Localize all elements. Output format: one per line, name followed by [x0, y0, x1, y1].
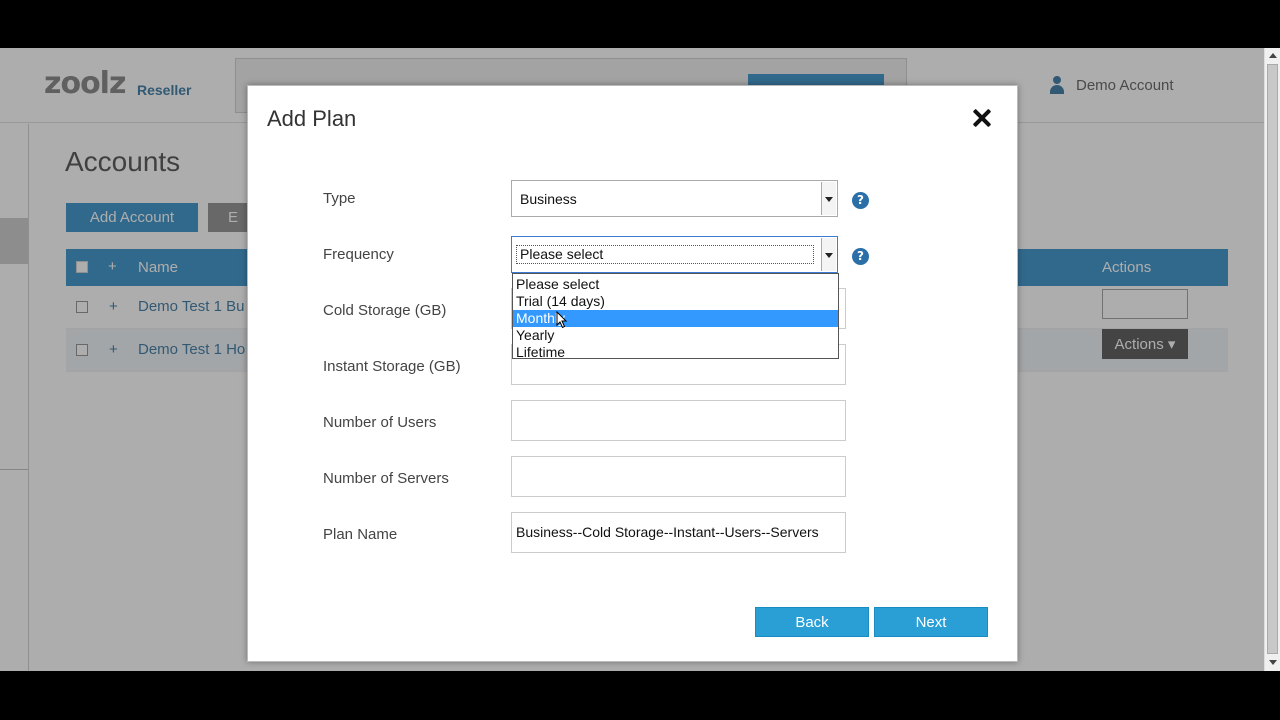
letterbox-top	[0, 0, 1280, 48]
frequency-select-value: Please select	[516, 245, 814, 264]
plan-name-label: Plan Name	[323, 526, 398, 543]
servers-label: Number of Servers	[323, 470, 449, 487]
servers-input[interactable]	[511, 456, 846, 497]
help-icon[interactable]: ?	[852, 192, 869, 209]
chevron-down-icon[interactable]	[821, 238, 836, 271]
frequency-select[interactable]: Please select	[511, 236, 838, 273]
type-select[interactable]: Business	[511, 180, 838, 217]
close-icon[interactable]	[968, 104, 996, 132]
users-label: Number of Users	[323, 414, 437, 431]
frequency-option[interactable]: Yearly	[513, 327, 838, 344]
frequency-label: Frequency	[323, 246, 394, 263]
frequency-option[interactable]: Trial (14 days)	[513, 293, 838, 310]
frequency-option[interactable]: Please select	[513, 276, 838, 293]
scroll-thumb[interactable]	[1267, 64, 1278, 654]
instant-storage-label: Instant Storage (GB)	[323, 358, 461, 375]
add-plan-dialog: Add Plan Type Business ? Frequency Pleas…	[247, 85, 1018, 662]
type-label: Type	[323, 190, 356, 207]
page-scrollbar[interactable]	[1264, 48, 1280, 671]
frequency-option[interactable]: Lifetime	[513, 344, 838, 361]
plan-name-input[interactable]: Business--Cold Storage--Instant--Users--…	[511, 512, 846, 553]
mouse-cursor-icon	[556, 311, 568, 329]
scroll-up-arrow-icon[interactable]	[1269, 53, 1277, 58]
users-input[interactable]	[511, 400, 846, 441]
cold-storage-label: Cold Storage (GB)	[323, 302, 447, 319]
scroll-down-arrow-icon[interactable]	[1269, 660, 1277, 665]
type-select-value: Business	[520, 191, 577, 207]
chevron-down-icon[interactable]	[821, 182, 836, 215]
dialog-title: Add Plan	[267, 106, 357, 131]
help-icon[interactable]: ?	[852, 248, 869, 265]
browser-viewport: zoolz Reseller Demo Account Accounts Add…	[0, 48, 1280, 671]
next-button[interactable]: Next	[874, 607, 988, 637]
letterbox-bottom	[0, 671, 1280, 720]
back-button[interactable]: Back	[755, 607, 869, 637]
